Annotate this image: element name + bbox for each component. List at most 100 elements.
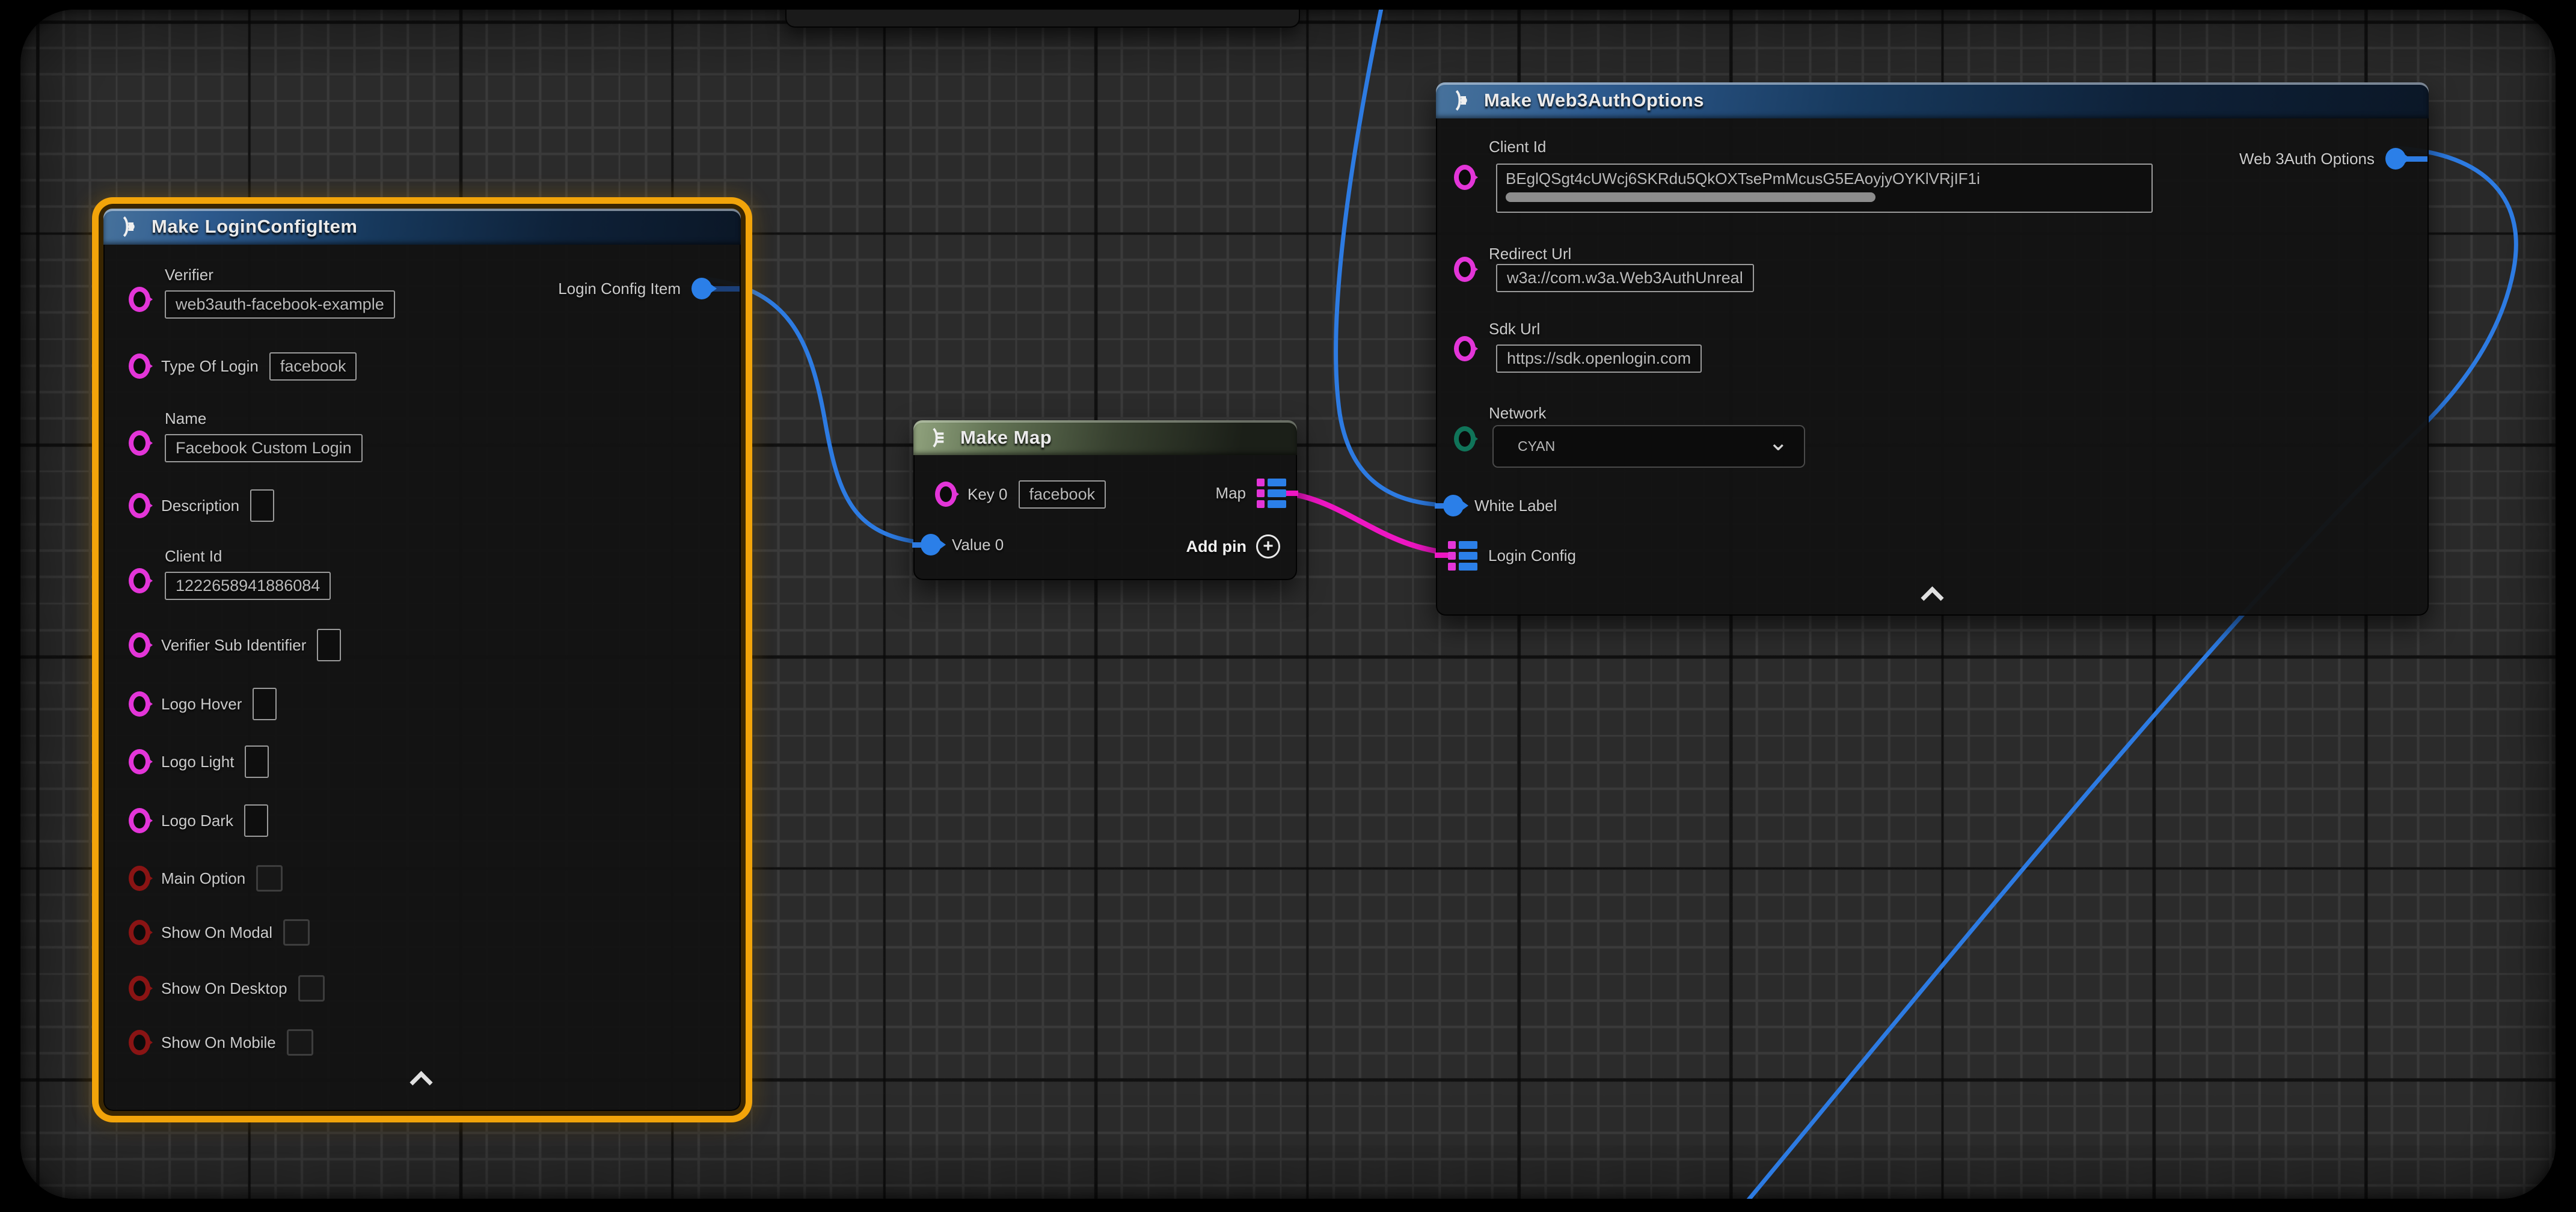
pin-label: Login Config [1488, 546, 1576, 565]
client-id-input[interactable]: 1222658941886084 [165, 572, 331, 600]
input-pin-show-on-mobile[interactable] [129, 1030, 150, 1055]
main-option-checkbox[interactable] [256, 865, 283, 892]
pin-row-login-config-item: Login Config Item [558, 271, 712, 307]
add-pin-label: Add pin [1186, 537, 1247, 556]
input-pin-logo-light[interactable] [129, 749, 150, 774]
redirect-url-input[interactable]: w3a://com.w3a.Web3AuthUnreal [1496, 264, 1754, 292]
key0-input[interactable]: facebook [1019, 480, 1106, 509]
logo-light-input[interactable] [245, 745, 269, 778]
pin-label: White Label [1474, 497, 1557, 515]
pin-row-verifier-sub-identifier: Verifier Sub Identifier [129, 627, 341, 663]
horizontal-scrollbar[interactable] [1506, 192, 1875, 202]
offscreen-node-bottom[interactable] [785, 10, 1300, 28]
make-map-icon [927, 426, 951, 450]
pin-label: Logo Light [161, 753, 234, 771]
input-pin-type-of-login[interactable] [129, 354, 150, 379]
pin-label: Key 0 [968, 485, 1008, 504]
input-pin-logo-hover[interactable] [129, 691, 150, 717]
node-header-make-loginconfigitem[interactable]: Make LoginConfigItem [103, 209, 741, 245]
show-on-desktop-checkbox[interactable] [298, 975, 325, 1002]
make-struct-icon [1449, 88, 1474, 113]
output-pin-login-config-item[interactable] [692, 278, 712, 299]
pin-label: Client Id [165, 547, 222, 566]
pin-label: Web 3Auth Options [2239, 150, 2375, 168]
logo-dark-input[interactable] [244, 804, 268, 837]
pin-label: Description [161, 497, 239, 515]
node-header-make-web3authoptions[interactable]: Make Web3AuthOptions [1436, 82, 2429, 118]
pin-row-show-on-mobile: Show On Mobile [129, 1024, 313, 1060]
pin-label: Map [1215, 484, 1246, 503]
pin-row-verifier: Verifier web3auth-facebook-example [165, 266, 395, 319]
pin-row-client-id: Client Id 1222658941886084 [165, 547, 331, 600]
chevron-up-icon [1921, 586, 1943, 609]
node-make-map[interactable]: Make Map Key 0 facebook Map Value 0 Add … [913, 420, 1297, 580]
logo-hover-input[interactable] [253, 688, 277, 720]
chevron-up-icon [409, 1071, 432, 1094]
input-pin-verifier[interactable] [129, 287, 150, 312]
node-make-web3authoptions[interactable]: Make Web3AuthOptions Web 3Auth Options C… [1436, 82, 2429, 616]
verifier-input[interactable]: web3auth-facebook-example [165, 290, 395, 319]
input-pin-description[interactable] [129, 493, 150, 518]
node-title: Make Map [960, 427, 1052, 448]
pin-label: Value 0 [952, 536, 1004, 554]
blueprint-editor-screenshot: { "colors": { "selection_orange": "#F2A4… [0, 0, 2576, 1212]
pin-row-description: Description [129, 488, 274, 524]
pin-row-value0: Value 0 [921, 527, 1004, 563]
pin-row-logo-hover: Logo Hover [129, 686, 277, 722]
pin-row-logo-dark: Logo Dark [129, 803, 268, 839]
sdk-url-input[interactable]: https://sdk.openlogin.com [1496, 344, 1702, 373]
description-input[interactable] [250, 489, 274, 522]
pin-label: Login Config Item [558, 280, 681, 298]
pin-row-show-on-modal: Show On Modal [129, 914, 310, 950]
network-selected-value: CYAN [1518, 438, 1555, 454]
pin-row-name: Name Facebook Custom Login [165, 409, 363, 462]
input-pin-redirect-url[interactable] [1454, 257, 1476, 282]
client-id-input[interactable]: BEglQSgt4cUWcj6SKRdu5QkOXTsePmMcusG5EAoy… [1496, 164, 2153, 213]
name-input[interactable]: Facebook Custom Login [165, 434, 363, 462]
input-pin-network[interactable] [1454, 426, 1476, 451]
pin-label-client-id: Client Id [1489, 138, 1546, 156]
input-pin-sdk-url[interactable] [1454, 336, 1476, 361]
pin-row-white-label: White Label [1443, 488, 1557, 524]
input-pin-name[interactable] [129, 430, 150, 456]
pin-label-sdk-url: Sdk Url [1489, 320, 1540, 338]
pin-row-main-option: Main Option [129, 860, 283, 896]
add-pin-button[interactable]: Add pin + [1186, 534, 1280, 559]
input-pin-show-on-modal[interactable] [129, 920, 150, 945]
pin-label: Show On Modal [161, 923, 272, 942]
verifier-sub-identifier-input[interactable] [317, 629, 341, 661]
input-pin-main-option[interactable] [129, 866, 150, 891]
input-pin-white-label[interactable] [1443, 495, 1464, 516]
collapse-node-button[interactable] [410, 1074, 432, 1090]
input-pin-client-id[interactable] [129, 568, 150, 593]
collapse-node-button[interactable] [1921, 590, 1943, 605]
node-title: Make LoginConfigItem [152, 216, 357, 237]
node-header-make-map[interactable]: Make Map [913, 420, 1297, 455]
pin-label: Logo Hover [161, 695, 242, 714]
input-pin-client-id[interactable] [1454, 165, 1476, 190]
input-pin-show-on-desktop[interactable] [129, 976, 150, 1001]
input-pin-login-config[interactable] [1448, 541, 1477, 571]
blueprint-graph-canvas[interactable]: Make LoginConfigItem Login Config Item V… [20, 10, 2556, 1199]
input-pin-verifier-sub-identifier[interactable] [129, 632, 150, 658]
pin-label: Main Option [161, 869, 245, 888]
pin-row-web3auth-options: Web 3Auth Options [2239, 141, 2406, 177]
pin-row-logo-light: Logo Light [129, 744, 269, 780]
pin-label: Verifier Sub Identifier [161, 636, 306, 655]
output-pin-map[interactable] [1257, 479, 1286, 508]
show-on-mobile-checkbox[interactable] [287, 1029, 313, 1056]
input-pin-value0[interactable] [921, 534, 941, 556]
type-of-login-input[interactable]: facebook [269, 352, 357, 381]
show-on-modal-checkbox[interactable] [283, 919, 310, 946]
node-make-loginconfigitem[interactable]: Make LoginConfigItem Login Config Item V… [103, 209, 741, 1111]
input-pin-key0[interactable] [935, 482, 957, 507]
pin-label: Name [165, 409, 206, 428]
wire-map-to-loginconfig[interactable] [1274, 492, 1461, 554]
pin-label: Show On Mobile [161, 1033, 276, 1052]
make-struct-icon [117, 214, 142, 239]
pin-row-login-config: Login Config [1448, 537, 1576, 574]
output-pin-web3auth-options[interactable] [2385, 148, 2406, 170]
input-pin-logo-dark[interactable] [129, 808, 150, 833]
network-dropdown[interactable]: CYAN ⌄ [1492, 425, 1805, 468]
pin-row-key0: Key 0 facebook [935, 476, 1106, 512]
